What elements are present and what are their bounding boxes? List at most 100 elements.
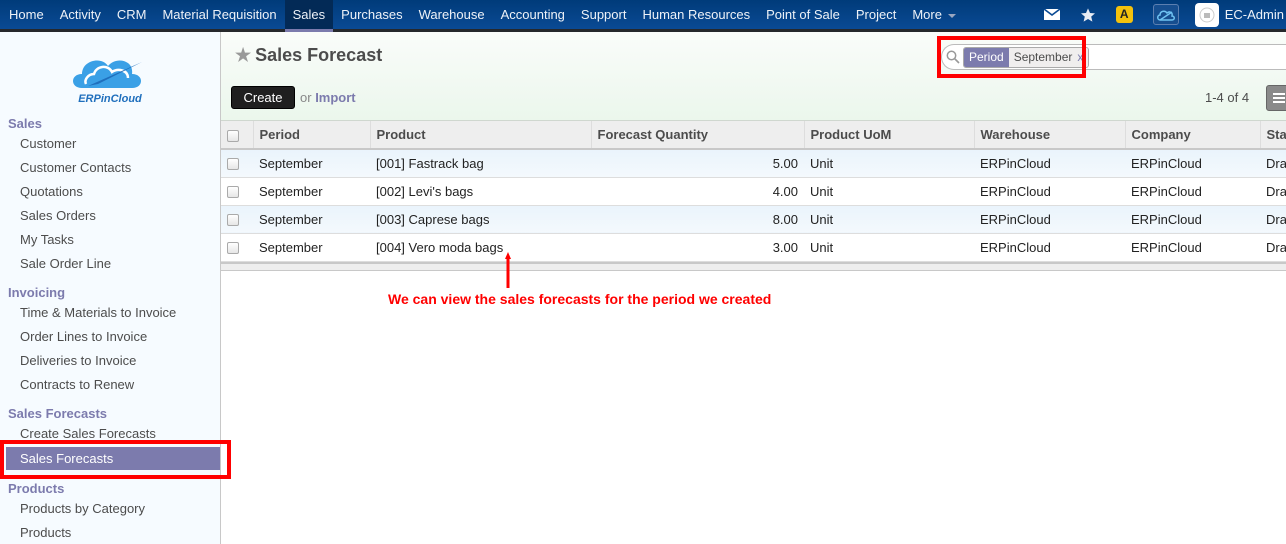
cell-product-uom: Unit [804,233,974,262]
cell-product-uom: Unit [804,149,974,178]
list-icon [1273,93,1285,103]
annotation-text: We can view the sales forecasts for the … [388,291,772,307]
menu-human-resources[interactable]: Human Resources [634,0,758,29]
menu-sales[interactable]: Sales [284,0,334,32]
column-header-period[interactable]: Period [253,121,371,150]
user-name[interactable]: EC-Admin [1225,7,1286,22]
row-checkbox[interactable] [227,186,239,199]
sidebar-item-my-tasks[interactable]: My Tasks [20,232,74,247]
sidebar-section-invoicing: Invoicing [8,285,66,300]
row-checkbox[interactable] [227,242,239,255]
table-footer [221,262,1286,271]
page-title: ★ Sales Forecast [235,45,382,66]
main-menu: Home Activity CRM Material Requisition S… [0,0,964,32]
select-all-checkbox[interactable] [227,129,239,142]
cloud-app-icon[interactable] [1152,4,1179,25]
cell-warehouse: ERPinCloud [974,177,1125,206]
table-header-row: Period Product Forecast Quantity Product… [221,121,1286,150]
create-button[interactable]: Create [231,86,295,109]
cell-product: [004] Vero moda bags [370,233,591,262]
column-header-forecast-quantity[interactable]: Forecast Quantity [591,121,805,150]
menu-home[interactable]: Home [0,0,52,29]
annotation-arrow-icon [505,252,511,288]
cell-product: [002] Levi's bags [370,177,591,206]
menu-crm[interactable]: CRM [109,0,155,29]
menu-more-label: More [912,7,942,22]
sidebar-item-create-sales-forecasts[interactable]: Create Sales Forecasts [20,426,156,441]
cell-warehouse: ERPinCloud [974,233,1125,262]
sidebar-item-products[interactable]: Products [20,525,71,540]
pager-value[interactable]: 1-4 of 4 [1205,90,1249,105]
cell-forecast-quantity: 3.00 [591,233,804,262]
table-row[interactable]: September [002] Levi's bags 4.00 Unit ER… [221,177,1286,206]
cell-warehouse: ERPinCloud [974,149,1125,178]
sidebar-item-deliveries-to-invoice[interactable]: Deliveries to Invoice [20,353,136,368]
column-header-status[interactable]: Status [1260,121,1286,150]
column-header-product-uom[interactable]: Product UoM [804,121,975,150]
row-checkbox[interactable] [227,214,239,227]
menu-warehouse[interactable]: Warehouse [411,0,493,29]
star-icon[interactable] [1080,7,1096,23]
cell-period: September [253,149,370,178]
warning-icon[interactable]: A [1115,6,1133,23]
systray: A EC-Admin [1034,0,1286,29]
table-row[interactable]: September [004] Vero moda bags 3.00 Unit… [221,233,1286,262]
sidebar-item-customer[interactable]: Customer [20,136,76,151]
cell-product: [001] Fastrack bag [370,149,591,178]
view-header: ★ Sales Forecast Create or Import Period… [221,32,1286,121]
menu-project[interactable]: Project [848,0,904,29]
row-checkbox[interactable] [227,158,239,171]
menu-point-of-sale[interactable]: Point of Sale [758,0,848,29]
top-navbar: Home Activity CRM Material Requisition S… [0,0,1286,32]
cell-forecast-quantity: 5.00 [591,149,804,178]
cell-company: ERPinCloud [1125,233,1260,262]
column-header-company[interactable]: Company [1125,121,1261,150]
sidebar-item-sale-order-line[interactable]: Sale Order Line [20,256,111,271]
highlight-box-search [937,36,1086,78]
cloud-app-button [1152,4,1179,25]
list-view-button[interactable] [1266,85,1286,111]
sidebar-item-contracts-to-renew[interactable]: Contracts to Renew [20,377,134,392]
table-row[interactable]: September [003] Caprese bags 8.00 Unit E… [221,205,1286,234]
favorite-star-icon[interactable]: ★ [235,45,251,66]
cell-product: [003] Caprese bags [370,205,591,234]
forecast-table: Period Product Forecast Quantity Product… [221,121,1286,262]
menu-accounting[interactable]: Accounting [493,0,573,29]
table-row[interactable]: September [001] Fastrack bag 5.00 Unit E… [221,149,1286,178]
sidebar-section-sales-forecasts: Sales Forecasts [8,406,108,421]
user-avatar[interactable] [1194,2,1219,27]
cell-forecast-quantity: 8.00 [591,205,804,234]
page-title-text: Sales Forecast [255,45,383,65]
cell-product-uom: Unit [804,177,974,206]
mail-icon[interactable] [1043,9,1060,20]
menu-material-requisition[interactable]: Material Requisition [154,0,284,29]
cell-period: September [253,205,370,234]
menu-activity[interactable]: Activity [52,0,109,29]
sidebar-item-sales-orders[interactable]: Sales Orders [20,208,96,223]
column-header-warehouse[interactable]: Warehouse [974,121,1126,150]
caret-down-icon [947,13,956,18]
sidebar-item-products-by-category[interactable]: Products by Category [20,501,145,516]
column-header-product[interactable]: Product [370,121,592,150]
warning-badge: A [1115,6,1133,23]
menu-support[interactable]: Support [573,0,635,29]
erpincloud-logo[interactable]: ERPinCloud [68,52,152,106]
cell-status: Draft [1260,233,1286,262]
cell-forecast-quantity: 4.00 [591,177,804,206]
highlight-box-sidebar [0,440,231,479]
sidebar-item-quotations[interactable]: Quotations [20,184,83,199]
or-label: or [300,90,312,105]
cell-status: Draft [1260,149,1286,178]
menu-more[interactable]: More [904,0,964,29]
sidebar-section-sales: Sales [8,116,42,131]
cell-company: ERPinCloud [1125,205,1260,234]
sidebar-item-order-lines-to-invoice[interactable]: Order Lines to Invoice [20,329,147,344]
sidebar-item-time-materials-to-invoice[interactable]: Time & Materials to Invoice [20,305,176,320]
sidebar-section-products: Products [8,481,65,496]
cell-status: Draft [1260,177,1286,206]
menu-purchases[interactable]: Purchases [333,0,410,29]
import-link[interactable]: Import [315,90,355,105]
cell-period: September [253,233,370,262]
sidebar-item-customer-contacts[interactable]: Customer Contacts [20,160,131,175]
import-link-group: or Import [300,90,356,105]
